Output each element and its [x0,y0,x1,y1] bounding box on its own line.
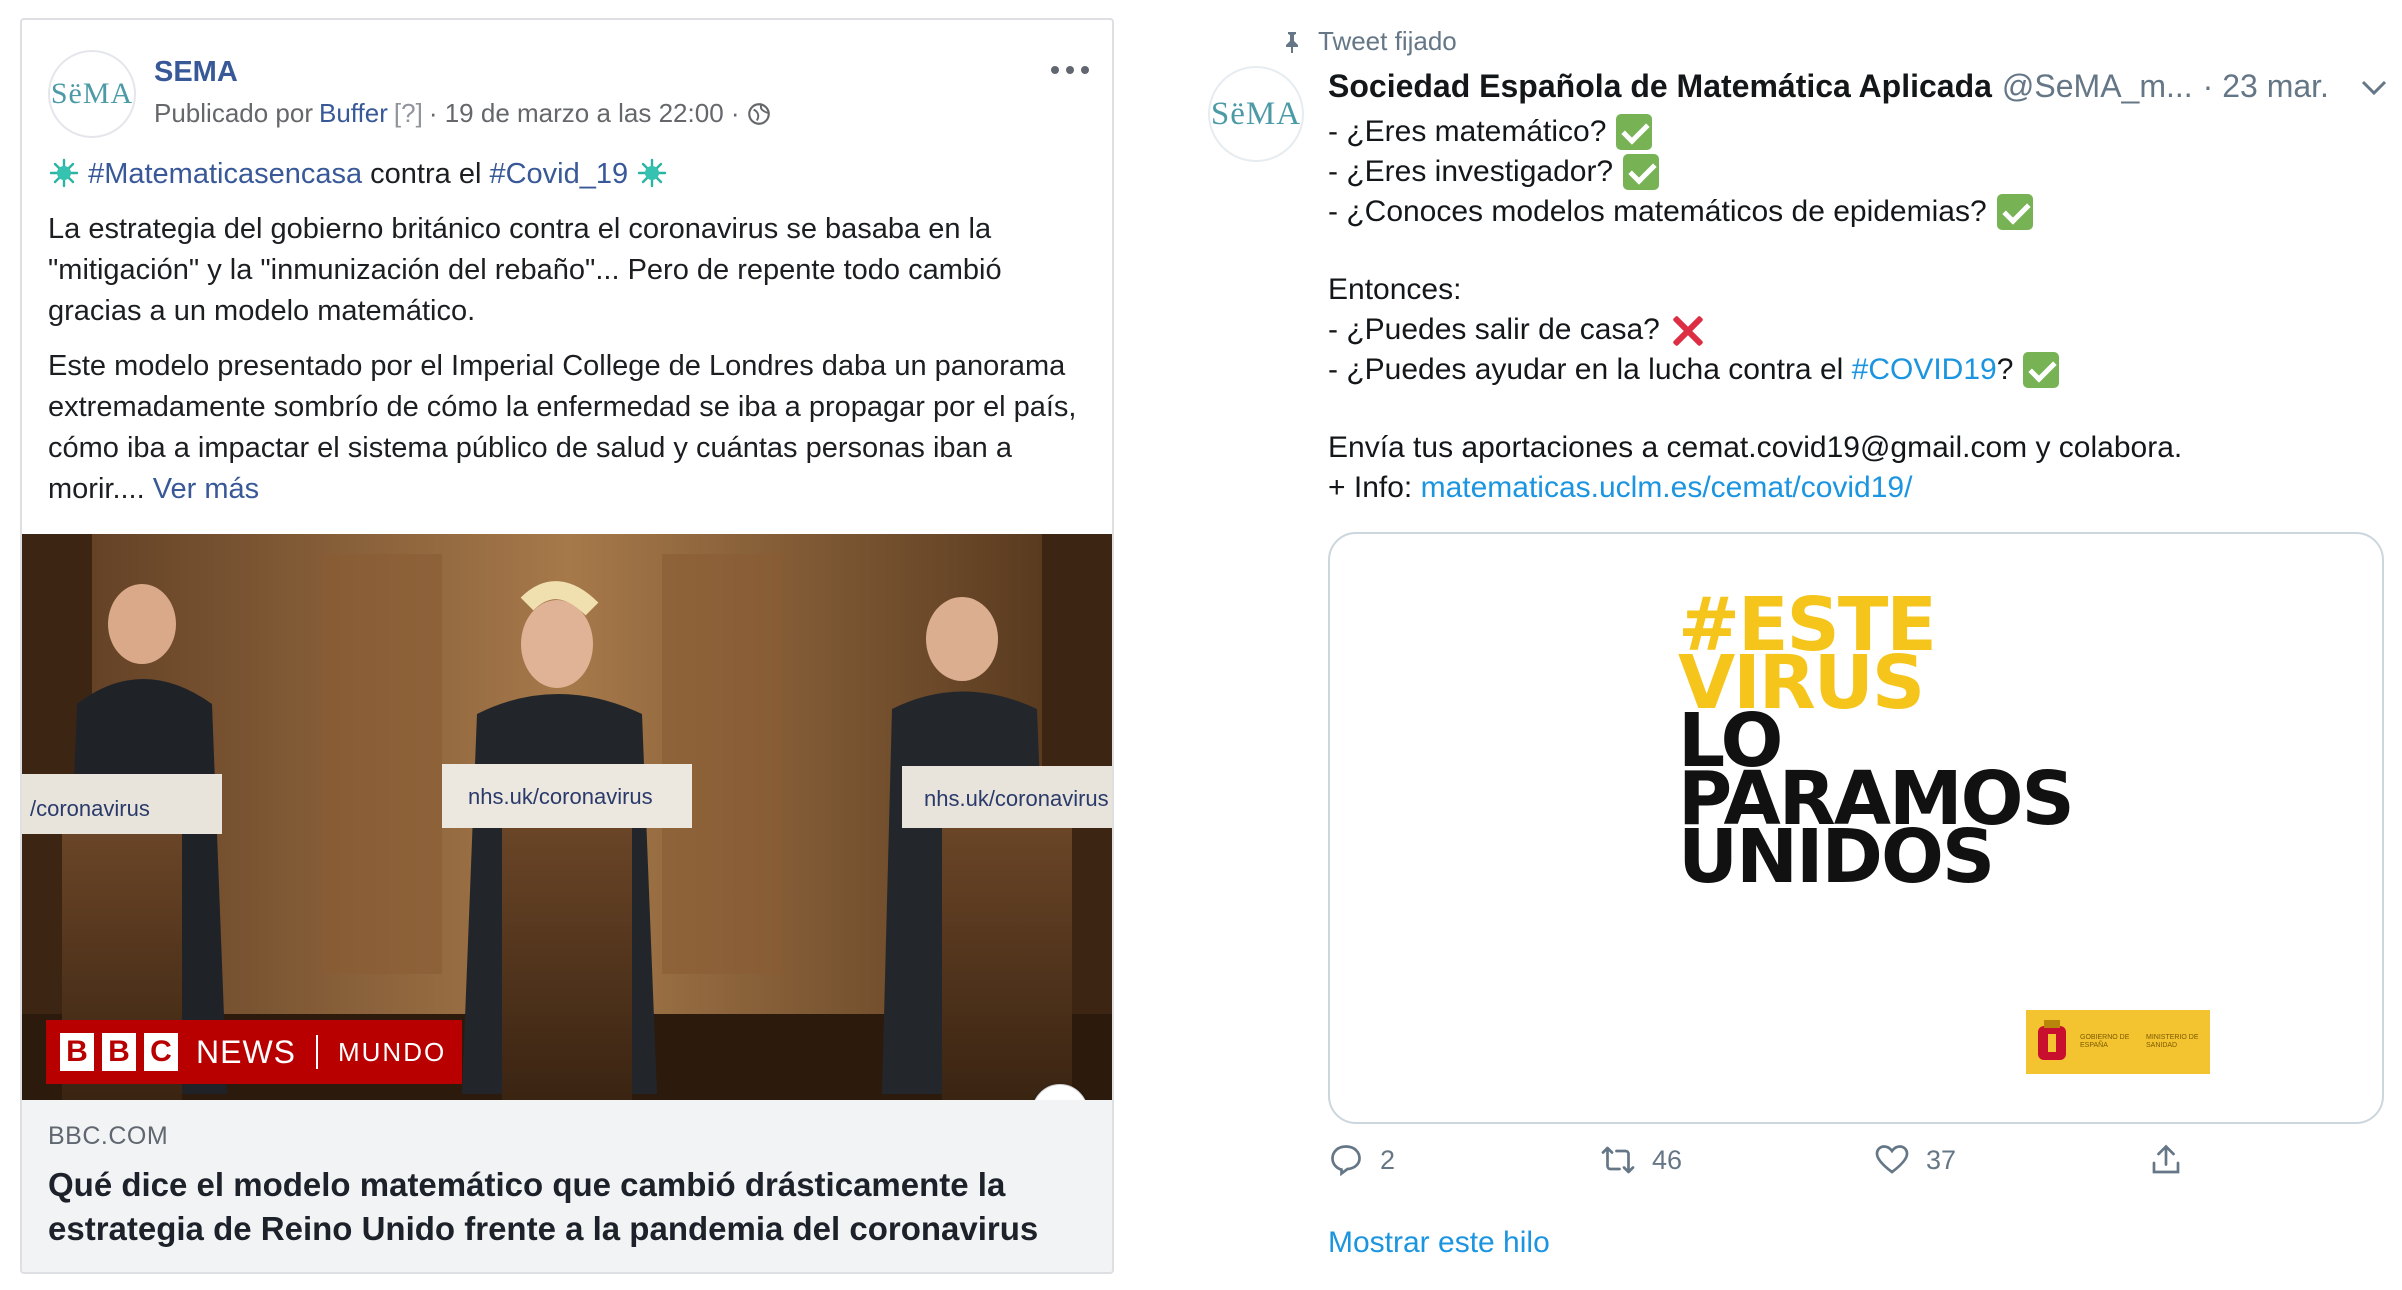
post-text: #Matematicasencasa contra el #Covid_19 L… [48,154,1078,524]
tweet-header: Sociedad Española de Matemática Aplicada… [1328,68,2388,105]
check-mark-icon [1616,114,1653,150]
page-avatar[interactable]: SëMA [48,50,136,138]
gov-text-left: GOBIERNO DE ESPAÑA [2080,1034,2130,1049]
author-name[interactable]: Sociedad Española de Matemática Aplicada [1328,68,1992,105]
bbc-letter: B [60,1033,94,1071]
bbc-letter: C [144,1033,178,1071]
page-name-link[interactable]: SEMA [154,56,238,89]
post-meta: Publicado por Buffer [?] · 19 de marzo a… [154,98,772,129]
tweet-line-text: Envía tus aportaciones a cemat.covid19@g… [1328,431,2183,464]
gov-text-right: MINISTERIO DE SANIDAD [2146,1034,2199,1049]
lectern-text-center: nhs.uk/coronavirus [468,784,653,809]
tweet-line-text: - ¿Conoces modelos matemáticos de epidem… [1328,195,1987,228]
reply-count: 2 [1380,1144,1396,1175]
virus-icon [637,158,667,188]
news-photo[interactable]: /coronavirus nhs.uk/coronavirus nhs.uk/c… [22,534,1112,1100]
pinned-indicator: Tweet fijado [1280,26,1457,57]
avatar-logo-text: SëMA [50,77,134,110]
bbc-letter: B [102,1033,136,1071]
retweet-icon [1601,1146,1635,1174]
pinned-label: Tweet fijado [1318,26,1457,56]
published-by-label: Publicado por [154,98,313,128]
show-thread-link[interactable]: Mostrar este hilo [1328,1226,1550,1260]
share-icon [2152,1144,2180,1174]
lectern-text-right: nhs.uk/coronavirus [924,786,1109,811]
share-button[interactable] [2148,1142,2184,1178]
bbc-news-mundo-logo: B B C NEWS MUNDO [46,1020,462,1084]
tweet-actions: 2 46 37 [1328,1142,2388,1192]
tweet-line: - ¿Eres matemático? [1328,112,2388,152]
avatar-logo-text: SëMA [1210,95,1302,132]
chevron-down-icon[interactable] [2360,78,2388,98]
tweet-line: - ¿Conoces modelos matemáticos de epidem… [1328,192,2388,232]
like-button[interactable]: 37 [1874,1142,1956,1178]
government-logo: GOBIERNO DE ESPAÑA MINISTERIO DE SANIDAD [2026,1010,2210,1074]
tweet-line: Envía tus aportaciones a cemat.covid19@g… [1328,428,2388,468]
bbc-mundo-text: MUNDO [338,1036,447,1067]
check-mark-icon [1623,154,1660,190]
info-url-link[interactable]: matematicas.uclm.es/cemat/covid19/ [1421,468,1913,508]
bbc-divider [316,1035,318,1069]
hashtag-covid19-link[interactable]: #COVID19 [1852,350,1997,390]
campaign-poster: #ESTE VIRUS LO PARAMOS UNIDOS [1678,588,2075,894]
post-paragraph-1: La estrategia del gobierno británico con… [48,213,1002,327]
link-preview[interactable]: BBC.COM Qué dice el modelo matemático qu… [22,1100,1112,1272]
press-conference-image: /coronavirus nhs.uk/coronavirus nhs.uk/c… [22,534,1112,1100]
virus-icon [49,158,79,188]
tweet-line-text: - ¿Eres investigador? [1328,155,1614,188]
post-paragraph-2: Este modelo presentado por el Imperial C… [48,346,1078,510]
tweet-line-text: - ¿Puedes ayudar en la lucha contra el [1328,353,1844,386]
pinned-tweet: Tweet fijado SëMA Sociedad Española de M… [1180,0,2402,1290]
tweet-image-card[interactable]: #ESTE VIRUS LO PARAMOS UNIDOS GOBIERNO D… [1328,532,2384,1124]
tweet-line: + Info: matematicas.uclm.es/cemat/covid1… [1328,468,2388,508]
author-handle[interactable]: @SeMA_m... [2002,68,2193,105]
like-count: 37 [1926,1144,1957,1175]
reply-icon [1331,1145,1361,1177]
tweet-date[interactable]: · 23 mar. [2203,68,2329,105]
bbc-news-text: NEWS [196,1033,296,1070]
tweet-line: - ¿Puedes ayudar en la lucha contra el #… [1328,350,2388,390]
retweet-count: 46 [1652,1144,1683,1175]
hashtag-line: #Matematicasencasa contra el #Covid_19 [48,154,1078,195]
pin-icon [1286,31,1298,53]
hashtag-joiner-text: contra el [370,158,482,190]
facebook-post-card: SëMA SEMA Publicado por Buffer [?] · 19 … [20,18,1114,1274]
post-header: SëMA SEMA Publicado por Buffer [?] · 19 … [22,20,1112,140]
globe-icon [747,102,770,125]
tweet-line-suffix: ? [1996,353,2014,386]
heart-icon [1875,1145,1909,1174]
tweet-avatar[interactable]: SëMA [1208,66,1304,162]
see-more-link[interactable]: Ver más [153,473,259,505]
tweet-line: Entonces: [1328,270,2388,310]
cross-mark-icon [1670,312,1706,348]
check-mark-icon [2023,352,2060,388]
hashtag-matematicasencasa[interactable]: #Matematicasencasa [88,158,362,190]
post-date[interactable]: · 19 de marzo a las 22:00 · [429,98,740,129]
check-mark-icon [1996,194,2033,230]
lectern-text-left: /coronavirus [30,796,150,821]
tweet-line: - ¿Puedes salir de casa? [1328,310,2388,350]
reply-button[interactable]: 2 [1328,1142,1395,1178]
tweet-line-text: Entonces: [1328,273,1462,306]
tweet-line: - ¿Eres investigador? [1328,152,2388,192]
tweet-text: - ¿Eres matemático? - ¿Eres investigador… [1328,112,2388,508]
coat-of-arms-icon [2038,1020,2066,1060]
retweet-button[interactable]: 46 [1600,1142,1682,1178]
tweet-line-text: + Info: [1328,471,1413,504]
more-options-icon[interactable] [1046,58,1094,82]
link-domain: BBC.COM [48,1122,169,1150]
link-title[interactable]: Qué dice el modelo matemático que cambió… [48,1163,1090,1251]
tweet-line-text: - ¿Eres matemático? [1328,115,1607,148]
hashtag-covid19[interactable]: #Covid_19 [489,158,628,190]
publisher-link[interactable]: Buffer [319,98,388,129]
tweet-line-text: - ¿Puedes salir de casa? [1328,313,1660,346]
help-link[interactable]: [?] [394,98,423,129]
